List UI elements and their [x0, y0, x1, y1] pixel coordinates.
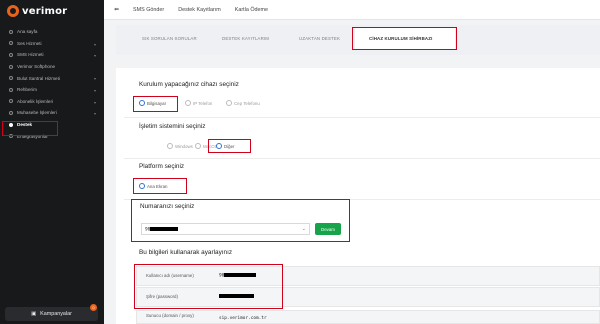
divider: [124, 117, 600, 118]
sidebar-item-label: Abonelik İşlemleri: [17, 98, 53, 104]
sidebar-item-label: Ses Hizmeti: [17, 40, 42, 46]
tab-remote-support[interactable]: UZAKTAN DESTEK: [299, 36, 340, 41]
headset-icon: [9, 64, 13, 69]
sidebar-item-abonelik-i-lemleri[interactable]: Abonelik İşlemleri ▾: [0, 96, 104, 108]
sidebar-item-ses-hizmeti[interactable]: Ses Hizmeti ▾: [0, 38, 104, 50]
campaigns-label: Kampanyalar: [40, 311, 72, 317]
radio-label: Cep Telefonu: [234, 100, 260, 106]
radio-indicator: [167, 143, 173, 149]
radio-os-windows[interactable]: Windows: [167, 143, 193, 149]
brand-name: verimor: [22, 5, 68, 17]
sidebar-item-verimor-softphone[interactable]: Verimor Softphone: [0, 61, 104, 73]
radio-indicator: [195, 143, 201, 149]
highlight-device: [133, 96, 178, 112]
radio-device-mobile[interactable]: Cep Telefonu: [226, 100, 260, 106]
highlight-destek: [2, 121, 58, 136]
sidebar-item-label: Ana sayfa: [17, 29, 38, 35]
radio-device-ip-phone[interactable]: IP Telefon: [185, 100, 212, 106]
device-title: Kurulum yapacağınız cihazı seçiniz: [139, 81, 239, 88]
sidebar-item-muhasebe-i-lemleri[interactable]: Muhasebe İşlemleri ▾: [0, 107, 104, 119]
sidebar: verimor Ana sayfa Ses Hizmeti ▾ SMS Hizmeti…: [0, 0, 104, 324]
highlight-credentials: [134, 264, 283, 309]
sidebar-item-label: Verimor Softphone: [17, 64, 56, 70]
campaigns-badge: 0: [90, 304, 97, 311]
topbar-link-support-records[interactable]: Destek Kayıtlarım: [178, 7, 221, 13]
radio-label: IP Telefon: [193, 100, 213, 106]
user-icon: [9, 99, 13, 104]
server-label: Sunucu (domain / proxy): [146, 313, 194, 318]
verimor-logo-icon: [7, 5, 19, 17]
gift-icon: ▣: [31, 311, 37, 317]
sidebar-item-label: Bulut Santral Hizmeti: [17, 75, 60, 81]
server-value[interactable]: sip.verimor.com.tr: [219, 316, 267, 321]
highlight-platform: [133, 178, 187, 194]
radio-label: Windows: [175, 143, 193, 149]
chevron-down-icon: ▾: [93, 53, 96, 59]
chevron-down-icon: ▾: [93, 99, 96, 105]
sidebar-item-label: Rehberim: [17, 87, 37, 93]
sidebar-item-label: SMS Hizmeti: [17, 52, 44, 58]
message-icon: [9, 52, 13, 57]
contacts-icon: [9, 87, 13, 92]
cloud-icon: [9, 76, 13, 81]
top-bar: ⬅ SMS Gönder Destek Kayıtlarım Kartla Öd…: [104, 0, 600, 20]
os-title: İşletim sistemini seçiniz: [139, 123, 206, 130]
back-icon[interactable]: ⬅: [114, 6, 119, 13]
topbar-link-sms[interactable]: SMS Gönder: [133, 7, 164, 13]
brand-logo[interactable]: verimor: [7, 4, 67, 18]
tab-support-records[interactable]: DESTEK KAYITLARIM: [222, 36, 269, 41]
highlight-tab: [352, 27, 457, 50]
topbar-link-card-payment[interactable]: Kartla Ödeme: [235, 7, 268, 13]
radio-indicator: [226, 100, 232, 106]
sidebar-item-label: Muhasebe İşlemleri: [17, 110, 57, 116]
highlight-os: [208, 139, 251, 153]
sidebar-item-sms-hizmeti[interactable]: SMS Hizmeti ▾: [0, 49, 104, 61]
wallet-icon: [9, 110, 13, 115]
phone-icon: [9, 41, 13, 46]
chevron-down-icon: ▾: [93, 76, 96, 82]
campaigns-button[interactable]: ▣ Kampanyalar: [5, 307, 98, 321]
info-title: Bu bilgileri kullanarak ayarlayınız: [139, 249, 233, 256]
chevron-down-icon: ▾: [93, 111, 96, 117]
divider: [124, 158, 600, 159]
platform-title: Platform seçiniz: [139, 163, 185, 170]
home-icon: [9, 29, 13, 34]
sidebar-item-bulut-santral-hizmeti[interactable]: Bulut Santral Hizmeti ▾: [0, 72, 104, 84]
sidebar-item-rehberim[interactable]: Rehberim ▾: [0, 84, 104, 96]
chevron-down-icon: ▾: [93, 87, 96, 93]
highlight-number: [131, 199, 350, 242]
sidebar-item-ana-sayfa[interactable]: Ana sayfa: [0, 26, 104, 38]
chevron-down-icon: ▾: [93, 41, 96, 47]
radio-indicator: [185, 100, 191, 106]
tab-faq[interactable]: SIK SORULAN SORULAR: [142, 36, 197, 41]
server-row: [136, 310, 600, 324]
